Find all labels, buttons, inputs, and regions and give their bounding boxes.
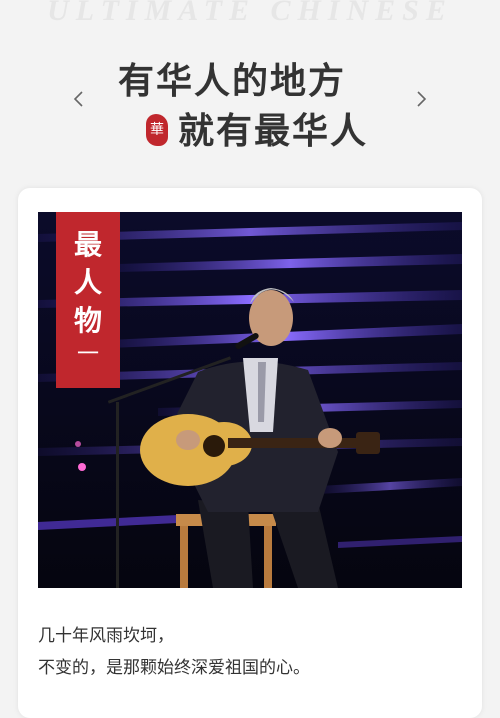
seal-stamp: 華: [146, 114, 168, 146]
headline-line1: 有华人的地方: [118, 60, 347, 102]
headline-line2: 就有最华人: [178, 110, 369, 152]
category-tag: 最 人 物 一: [56, 212, 120, 388]
tag-char: 物: [73, 304, 102, 337]
caption-text: 几十年风雨坎坷， 不变的，是那颗始终深爱祖国的心。: [38, 620, 462, 684]
feature-card: 最 人 物 一 几十年风雨坎坷， 不变的，是那颗始终深爱祖国的心。: [18, 188, 482, 718]
chevron-left-icon[interactable]: [70, 90, 88, 108]
header-watermark: ULTIMATE CHINESE: [47, 0, 453, 27]
tag-char: 最: [73, 228, 102, 261]
performer-photo: 最 人 物 一: [38, 212, 462, 588]
caption-line: 几十年风雨坎坷，: [38, 626, 174, 646]
chevron-right-icon[interactable]: [412, 90, 430, 108]
header-banner: 有华人的地方 華 就有最华人: [0, 40, 500, 170]
tag-char: 人: [73, 266, 102, 299]
caption-line: 不变的，是那颗始终深爱祖国的心。: [38, 658, 310, 678]
tag-dash: 一: [76, 342, 99, 367]
